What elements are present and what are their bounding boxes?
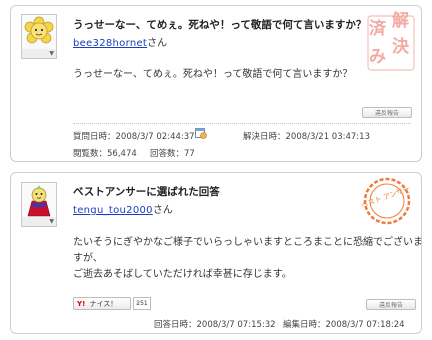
avatar-menu-toggle[interactable]: ▼ bbox=[21, 217, 57, 227]
answers-value: 77 bbox=[184, 149, 195, 159]
flower-character-icon bbox=[24, 16, 54, 44]
view-count: 閲覧数：56,474 bbox=[73, 147, 137, 159]
resolved-stamp: 済 解 み 決 bbox=[366, 12, 418, 74]
divider bbox=[73, 123, 411, 124]
answered-label: 回答日時： bbox=[154, 320, 197, 330]
nice-button[interactable]: Y! ナイス！ bbox=[73, 297, 131, 310]
stamp-char-1: 済 bbox=[369, 19, 386, 39]
stamp-char-4: 決 bbox=[392, 37, 409, 57]
answer-user: tengu_tou2000さん bbox=[73, 201, 173, 216]
views-label: 閲覧数： bbox=[73, 149, 108, 159]
answer-username-link[interactable]: tengu_tou2000 bbox=[73, 205, 153, 216]
best-answer-badge-icon: ベスト アンサー bbox=[361, 177, 411, 225]
answer-honorific: さん bbox=[152, 205, 173, 216]
posted-date: 質問日時：2008/3/7 02:44:37 bbox=[73, 130, 195, 142]
nice-label: ナイス！ bbox=[89, 300, 118, 308]
report-button[interactable]: 違反報告 bbox=[362, 107, 412, 118]
answer-body-line-1: たいそうにぎやかなご様子でいらっしゃいますところまことに恐縮でございま bbox=[73, 237, 422, 248]
edited-label: 編集日時： bbox=[283, 320, 326, 330]
best-answer-card: ▼ ベストアンサーに選ばれた回答 tengu_tou2000さん ベスト アンサ… bbox=[10, 172, 422, 334]
resolved-value: 2008/3/21 03:47:13 bbox=[285, 132, 370, 142]
answers-label: 回答数： bbox=[150, 149, 185, 159]
views-value: 56,474 bbox=[107, 149, 137, 159]
edited-date: 編集日時：2008/3/7 07:18:24 bbox=[283, 318, 405, 330]
question-avatar[interactable] bbox=[21, 14, 57, 50]
avatar-menu-toggle[interactable]: ▼ bbox=[21, 49, 57, 59]
resolved-label: 解決日時： bbox=[243, 132, 286, 142]
stamp-char-3: み bbox=[369, 47, 386, 67]
question-honorific: さん bbox=[147, 38, 168, 49]
yahoo-logo-icon: Y! bbox=[77, 300, 86, 308]
answer-body-line-3: ご逝去あそばしていただければ幸甚に存じます。 bbox=[73, 269, 292, 280]
nice-count: 251 bbox=[133, 297, 151, 310]
posted-value: 2008/3/7 02:44:37 bbox=[115, 132, 195, 142]
answer-count: 回答数：77 bbox=[150, 147, 195, 159]
stamp-char-2: 解 bbox=[392, 11, 409, 31]
calendar-clock-icon[interactable] bbox=[195, 127, 207, 139]
resolved-date: 解決日時：2008/3/21 03:47:13 bbox=[243, 130, 370, 142]
edited-value: 2008/3/7 07:18:24 bbox=[325, 320, 405, 330]
posted-label: 質問日時： bbox=[73, 132, 116, 142]
answer-avatar[interactable] bbox=[21, 182, 57, 218]
question-username-link[interactable]: bee328hornet bbox=[73, 38, 147, 49]
question-card: ▼ うっせーなー、てめぇ。死ねや！って敬語で何て言いますか？ bee328hor… bbox=[10, 5, 422, 162]
answered-date: 回答日時：2008/3/7 07:15:32 bbox=[154, 318, 276, 330]
best-answer-heading: ベストアンサーに選ばれた回答 bbox=[73, 186, 220, 198]
wizard-character-icon bbox=[27, 185, 51, 217]
question-title: うっせーなー、てめぇ。死ねや！って敬語で何て言いますか？ bbox=[73, 19, 367, 31]
report-button[interactable]: 違反報告 bbox=[366, 299, 416, 310]
question-body: うっせーなー、てめぇ。死ねや！って敬語で何て言いますか？ bbox=[73, 69, 353, 80]
answer-body-line-2: すが、 bbox=[73, 253, 103, 264]
answered-value: 2008/3/7 07:15:32 bbox=[196, 320, 276, 330]
question-user: bee328hornetさん bbox=[73, 34, 167, 49]
